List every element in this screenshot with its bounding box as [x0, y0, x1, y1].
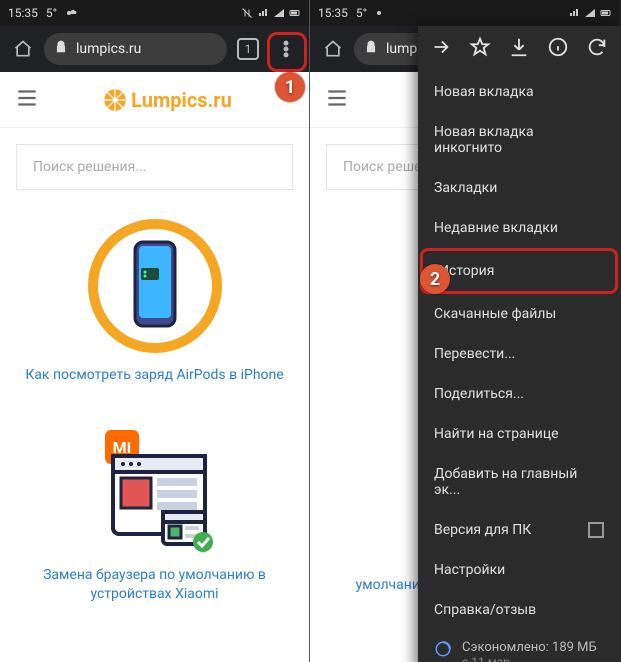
- browser-toolbar: lumpics.ru 1: [0, 26, 309, 72]
- site-menu-button[interactable]: [324, 85, 350, 115]
- article-card-1[interactable]: Как посмотреть заряд AirPods в iPhone: [16, 216, 293, 386]
- home-button[interactable]: [316, 32, 350, 66]
- home-button[interactable]: [6, 32, 40, 66]
- menu-item-translate[interactable]: Перевести...: [418, 334, 620, 374]
- card-image-xiaomi: MI: [85, 416, 225, 556]
- article-card-2[interactable]: MI Замена браузера по умолчанию в устрой…: [16, 416, 293, 605]
- menu-item-share[interactable]: Поделиться...: [418, 374, 620, 414]
- status-icons: [568, 7, 612, 19]
- phone-right: 15:35 5° lumpics Поиск решения... умолча…: [310, 0, 620, 662]
- status-temp: 5°: [356, 6, 367, 20]
- annotation-2: 2: [420, 264, 450, 294]
- menu-data-saver[interactable]: Сэкономлено: 189 МБ с 11 мар.: [418, 630, 620, 662]
- status-bar: 15:35 5°: [0, 0, 309, 26]
- menu-item-incognito[interactable]: Новая вкладка инкогнито: [418, 112, 620, 168]
- menu-item-find[interactable]: Найти на странице: [418, 414, 620, 454]
- lock-icon: [364, 40, 378, 58]
- status-time: 15:35: [8, 6, 38, 20]
- menu-download-button[interactable]: [508, 36, 530, 62]
- menu-item-settings[interactable]: Настройки: [418, 550, 620, 590]
- card-title: Замена браузера по умолчанию в устройств…: [16, 566, 293, 605]
- menu-forward-button[interactable]: [430, 36, 452, 62]
- tabs-button[interactable]: 1: [231, 32, 265, 66]
- status-bar: 15:35 5°: [310, 0, 620, 26]
- menu-bookmark-button[interactable]: [469, 36, 491, 62]
- desktop-checkbox[interactable]: [588, 522, 604, 538]
- status-icons: [241, 7, 301, 19]
- menu-item-history[interactable]: История: [420, 248, 618, 294]
- search-input[interactable]: Поиск решения...: [16, 144, 293, 190]
- menu-item-add-home[interactable]: Добавить на главный эк...: [418, 454, 620, 510]
- menu-icon-row: [418, 26, 620, 72]
- logo-icon: [103, 88, 127, 112]
- card-title: Как посмотреть заряд AirPods в iPhone: [25, 366, 283, 386]
- menu-info-button[interactable]: [547, 36, 569, 62]
- phone-left: 15:35 5° lumpics.ru 1 Lumpics.ru Поиск: [0, 0, 310, 662]
- site-header: Lumpics.ru: [0, 72, 309, 128]
- page-content: Поиск решения... Как посмотреть заряд Ai…: [0, 128, 309, 655]
- menu-item-desktop[interactable]: Версия для ПК: [418, 510, 620, 550]
- site-menu-button[interactable]: [14, 85, 40, 115]
- annotation-1: 1: [275, 72, 305, 102]
- status-temp: 5°: [46, 6, 57, 20]
- card-image-airpods: [85, 216, 225, 356]
- lock-icon: [54, 40, 68, 58]
- url-field[interactable]: lumpics.ru: [44, 33, 227, 65]
- menu-item-bookmarks[interactable]: Закладки: [418, 168, 620, 208]
- menu-item-downloads[interactable]: Скачанные файлы: [418, 294, 620, 334]
- url-text: lumpics.ru: [76, 41, 141, 57]
- menu-item-help[interactable]: Справка/отзыв: [418, 590, 620, 630]
- site-logo[interactable]: Lumpics.ru: [40, 88, 295, 112]
- browser-overflow-menu: Новая вкладка Новая вкладка инкогнито За…: [418, 26, 620, 662]
- weather-icon: [65, 7, 77, 19]
- menu-item-recent-tabs[interactable]: Недавние вкладки: [418, 208, 620, 248]
- status-time: 15:35: [318, 6, 348, 20]
- data-saver-icon: [434, 640, 452, 658]
- menu-reload-button[interactable]: [586, 36, 608, 62]
- menu-item-new-tab[interactable]: Новая вкладка: [418, 72, 620, 112]
- weather-icon: [375, 7, 387, 19]
- menu-button[interactable]: [269, 32, 303, 66]
